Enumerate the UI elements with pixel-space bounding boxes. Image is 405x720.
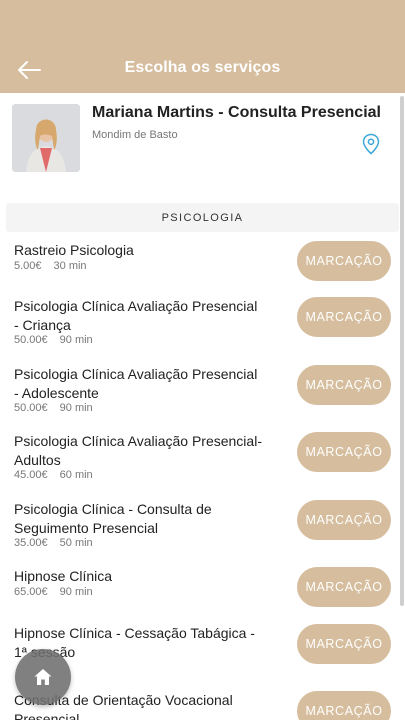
book-button[interactable]: MARCAÇÃO <box>297 691 391 720</box>
service-price: 35.00€ <box>14 537 48 549</box>
service-name: Psicologia Clínica Avaliação Presencial … <box>14 366 258 401</box>
book-button[interactable]: MARCAÇÃO <box>297 432 391 472</box>
service-meta: 45.00€ 60 min <box>14 469 93 481</box>
home-icon <box>34 669 52 685</box>
service-price: 5.00€ <box>14 260 42 272</box>
book-button[interactable]: MARCAÇÃO <box>297 567 391 607</box>
professional-location: Mondim de Basto <box>92 129 178 141</box>
service-meta: 50.00€ 90 min <box>14 334 93 346</box>
service-name: Psicologia Clínica Avaliação Presencial-… <box>14 433 262 468</box>
service-price: 65.00€ <box>14 586 48 598</box>
service-meta: 35.00€ 50 min <box>14 537 93 549</box>
book-button[interactable]: MARCAÇÃO <box>297 297 391 337</box>
service-name: Rastreio Psicologia <box>14 242 134 258</box>
service-duration: 30 min <box>53 260 87 272</box>
service-duration: 90 min <box>59 586 93 598</box>
service-name: Psicologia Clínica - Consulta de Seguime… <box>14 501 212 536</box>
book-button[interactable]: MARCAÇÃO <box>297 500 391 540</box>
page-title: Escolha os serviços <box>124 59 281 76</box>
service-duration: 50 min <box>59 537 93 549</box>
professional-card: Mariana Martins - Consulta Presencial Mo… <box>0 93 401 193</box>
home-button[interactable] <box>15 649 71 705</box>
service-price: 50.00€ <box>14 402 48 414</box>
service-name: Hipnose Clínica <box>14 568 113 584</box>
service-duration: 90 min <box>59 402 93 414</box>
professional-name: Mariana Martins - Consulta Presencial <box>92 104 381 121</box>
service-price: 45.00€ <box>14 469 48 481</box>
app-header: Escolha os serviços <box>0 0 405 93</box>
service-name: Psicologia Clínica Avaliação Presencial … <box>14 298 258 333</box>
service-meta: 50.00€ 90 min <box>14 402 93 414</box>
book-button[interactable]: MARCAÇÃO <box>297 624 391 664</box>
service-meta: 65.00€ 90 min <box>14 586 93 598</box>
avatar <box>12 104 80 172</box>
map-pin-icon[interactable] <box>361 133 381 155</box>
service-duration: 90 min <box>59 334 93 346</box>
service-duration: 60 min <box>59 469 93 481</box>
section-header: PSICOLOGIA <box>6 203 399 232</box>
service-meta: 5.00€ 30 min <box>14 260 87 272</box>
book-button[interactable]: MARCAÇÃO <box>297 365 391 405</box>
service-price: 50.00€ <box>14 334 48 346</box>
book-button[interactable]: MARCAÇÃO <box>297 241 391 281</box>
